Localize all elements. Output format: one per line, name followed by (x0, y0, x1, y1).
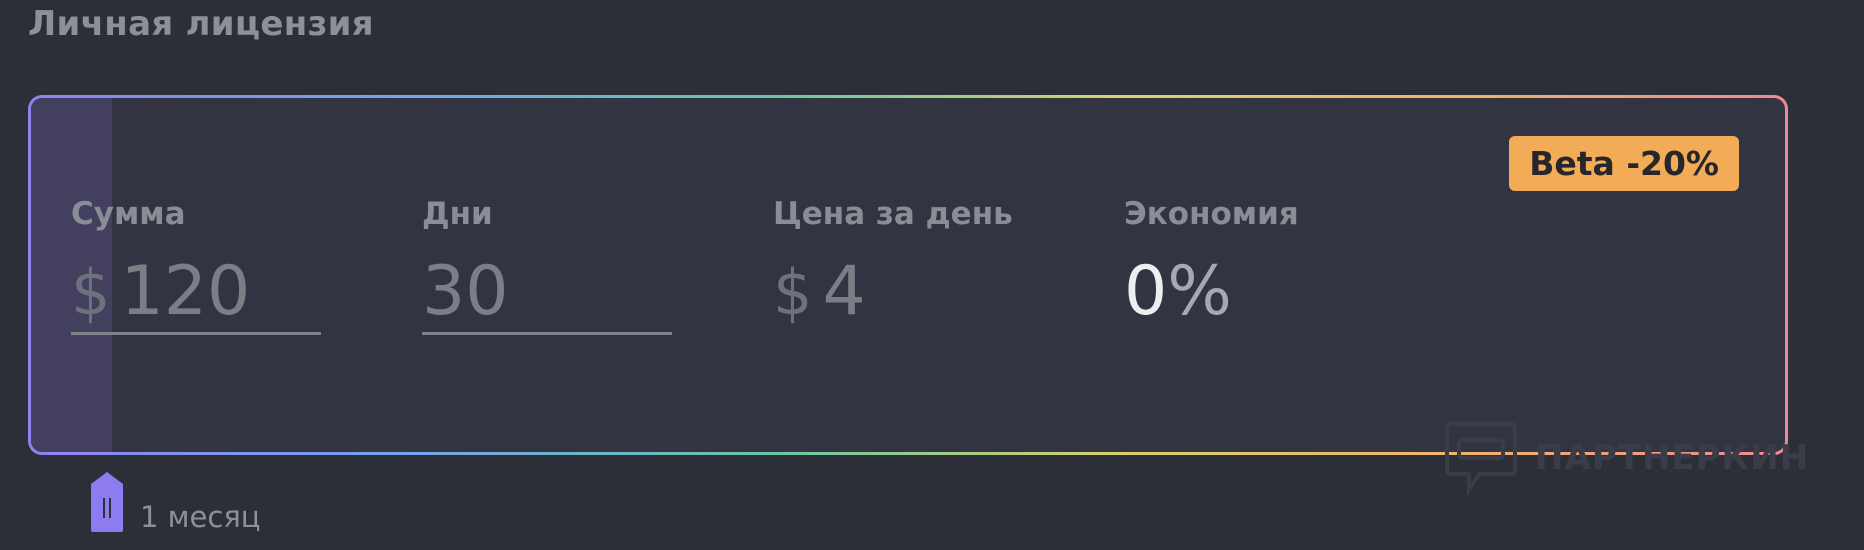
watermark-text: ПАРТНЕРКИН (1535, 438, 1810, 478)
amount-label: Сумма (71, 196, 186, 232)
amount-input[interactable]: $ 120 (71, 252, 331, 334)
license-card: Beta -20% Сумма $ 120 Дни 30 Цена за ден… (28, 95, 1788, 455)
savings-display: 0 % (1124, 252, 1384, 334)
license-card-body: Beta -20% Сумма $ 120 Дни 30 Цена за ден… (31, 98, 1785, 452)
price-per-day-currency: $ (773, 256, 813, 329)
partnerkin-watermark: ПАРТНЕРКИН (1445, 420, 1809, 496)
savings-percent-sign: % (1167, 252, 1232, 331)
slider-duration-label: 1 месяц (140, 500, 261, 534)
days-metric: Дни 30 (422, 196, 682, 335)
savings-value: 0 (1124, 252, 1168, 331)
savings-label: Экономия (1124, 196, 1299, 232)
days-underline (422, 332, 672, 335)
chat-bubble-logo-icon (1445, 422, 1517, 496)
price-per-day-label: Цена за день (773, 196, 1013, 232)
days-input[interactable]: 30 (422, 252, 682, 334)
savings-metric: Экономия 0 % (1124, 196, 1384, 334)
grip-handle-icon (91, 472, 123, 532)
amount-metric: Сумма $ 120 (71, 196, 331, 335)
section-title: Личная лицензия (28, 4, 374, 44)
days-label: Дни (422, 196, 493, 232)
price-per-day-metric: Цена за день $ 4 (773, 196, 1033, 334)
amount-value: 120 (120, 252, 251, 331)
license-page: Личная лицензия Beta -20% Сумма $ 120 Дн… (0, 0, 1864, 550)
days-value: 30 (422, 252, 509, 331)
duration-slider-handle[interactable] (91, 472, 123, 532)
amount-underline (71, 332, 321, 335)
amount-currency: $ (71, 256, 111, 329)
price-per-day-value: 4 (822, 252, 866, 331)
beta-discount-badge: Beta -20% (1509, 136, 1739, 191)
price-per-day-display: $ 4 (773, 252, 1033, 334)
